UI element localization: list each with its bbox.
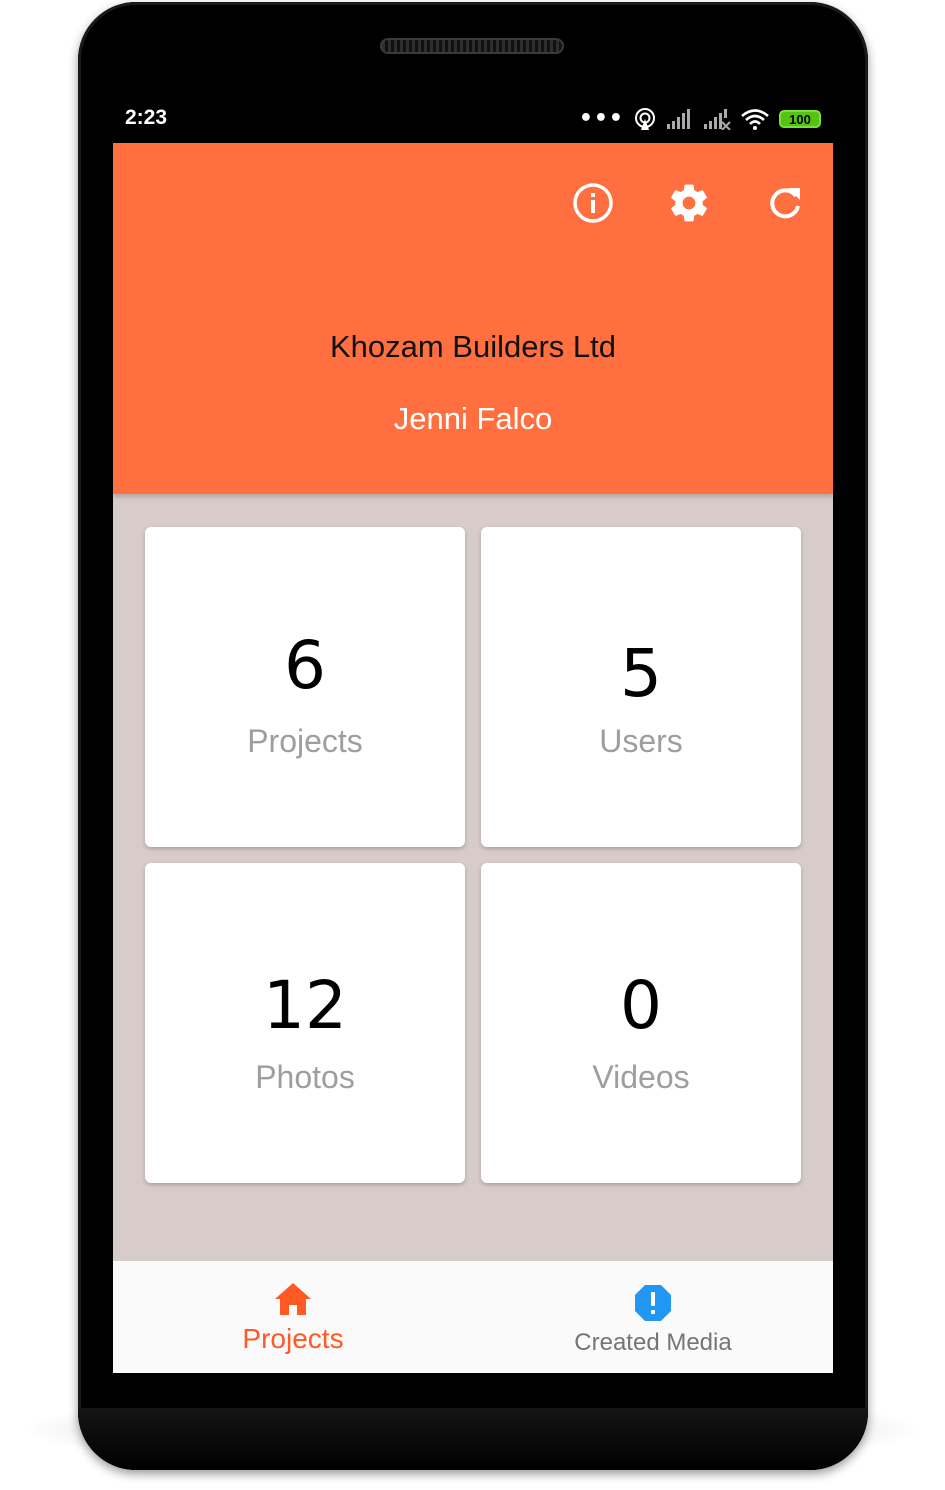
info-icon[interactable]	[571, 181, 615, 225]
stat-label: Users	[599, 723, 683, 759]
nav-projects[interactable]: Projects	[113, 1261, 473, 1373]
status-bar: 2:23 ••• 100	[113, 97, 833, 143]
stat-value: 6	[284, 627, 326, 704]
stat-label: Projects	[247, 723, 363, 759]
nav-created-media[interactable]: Created Media	[473, 1261, 833, 1373]
alert-badge-icon	[635, 1285, 671, 1321]
refresh-icon[interactable]	[763, 181, 807, 225]
app-header: Khozam Builders Ltd Jenni Falco	[113, 143, 833, 494]
notification-dots: •••	[578, 106, 624, 131]
hotspot-icon	[635, 108, 655, 130]
stat-value: 0	[620, 967, 662, 1044]
stat-card-projects[interactable]: 6 Projects	[145, 527, 465, 847]
nav-projects-label: Projects	[242, 1323, 344, 1354]
stat-value: 12	[263, 967, 347, 1044]
stat-label: Photos	[255, 1059, 355, 1095]
home-icon	[275, 1283, 311, 1315]
phone-speaker	[380, 38, 564, 54]
stat-card-users[interactable]: 5 Users	[481, 527, 801, 847]
stat-card-videos[interactable]: 0 Videos	[481, 863, 801, 1183]
battery-icon: 100	[779, 110, 821, 128]
user-name: Jenni Falco	[393, 401, 553, 436]
stat-card-photos[interactable]: 12 Photos	[145, 863, 465, 1183]
signal-icon	[667, 109, 690, 129]
signal-no-service-icon	[704, 109, 731, 130]
company-name: Khozam Builders Ltd	[329, 329, 617, 364]
stat-label: Videos	[592, 1059, 690, 1095]
app-screen: 2:23 ••• 100 Khozam Builders Ltd Jenni F…	[113, 97, 833, 1373]
nav-created-media-label: Created Media	[574, 1329, 732, 1356]
bottom-nav: Projects Created Media	[113, 1261, 833, 1373]
status-icons: ••• 100	[579, 106, 821, 132]
wifi-icon	[741, 109, 769, 130]
status-time: 2:23	[125, 106, 168, 129]
settings-icon[interactable]	[667, 181, 711, 225]
phone-chin	[78, 1408, 868, 1470]
stat-value: 5	[620, 635, 662, 712]
